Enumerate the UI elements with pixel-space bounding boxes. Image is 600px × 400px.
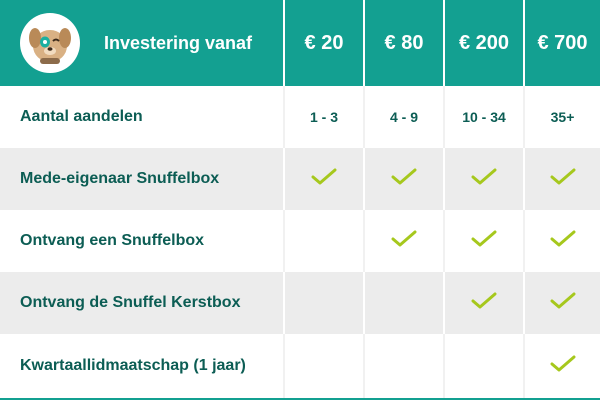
feature-cell (443, 272, 523, 334)
check-icon (471, 291, 497, 316)
feature-cell (523, 334, 600, 398)
price-tier-1: € 20 (283, 0, 363, 86)
price-tier-4: € 700 (523, 0, 600, 86)
table-row-mede-eigenaar: Mede-eigenaar Snuffelbox (0, 148, 600, 210)
shares-tier-2: 4 - 9 (363, 86, 443, 148)
feature-cell (363, 272, 443, 334)
row-label: Ontvang een Snuffelbox (20, 232, 205, 249)
shares-tier-1: 1 - 3 (283, 86, 363, 148)
feature-cell (523, 272, 600, 334)
check-icon (391, 229, 417, 254)
check-icon (550, 229, 576, 254)
table-row-kerstbox: Ontvang de Snuffel Kerstbox (0, 272, 600, 334)
feature-cell (363, 210, 443, 272)
feature-cell (523, 210, 600, 272)
header-label: Investering vanaf (104, 32, 253, 53)
dog-mascot-icon (20, 13, 80, 73)
check-icon (471, 229, 497, 254)
check-icon (550, 354, 576, 379)
feature-cell (443, 210, 523, 272)
shares-tier-4: 35+ (523, 86, 600, 148)
table-row-snuffelbox: Ontvang een Snuffelbox (0, 210, 600, 272)
row-label: Kwartaallidmaatschap (1 jaar) (20, 357, 246, 374)
check-icon (311, 167, 337, 192)
row-label: Ontvang de Snuffel Kerstbox (20, 294, 241, 311)
comparison-table: Investering vanaf € 20 € 80 € 200 € 700 … (0, 0, 600, 400)
table-header: Investering vanaf € 20 € 80 € 200 € 700 (0, 0, 600, 86)
table-row-aantal-aandelen: Aantal aandelen 1 - 3 4 - 9 10 - 34 35+ (0, 86, 600, 148)
check-icon (471, 167, 497, 192)
feature-cell (443, 148, 523, 210)
table-row-kwartaallidmaatschap: Kwartaallidmaatschap (1 jaar) (0, 334, 600, 398)
row-label: Mede-eigenaar Snuffelbox (20, 170, 220, 187)
check-icon (550, 291, 576, 316)
feature-cell (283, 334, 363, 398)
feature-cell (523, 148, 600, 210)
feature-cell (363, 148, 443, 210)
row-label: Aantal aandelen (20, 108, 143, 125)
check-icon (391, 167, 417, 192)
price-tier-2: € 80 (363, 0, 443, 86)
feature-cell (443, 334, 523, 398)
header-label-cell: Investering vanaf (0, 0, 283, 86)
shares-tier-3: 10 - 34 (443, 86, 523, 148)
feature-cell (283, 272, 363, 334)
check-icon (550, 167, 576, 192)
feature-cell (363, 334, 443, 398)
feature-cell (283, 210, 363, 272)
price-tier-3: € 200 (443, 0, 523, 86)
feature-cell (283, 148, 363, 210)
